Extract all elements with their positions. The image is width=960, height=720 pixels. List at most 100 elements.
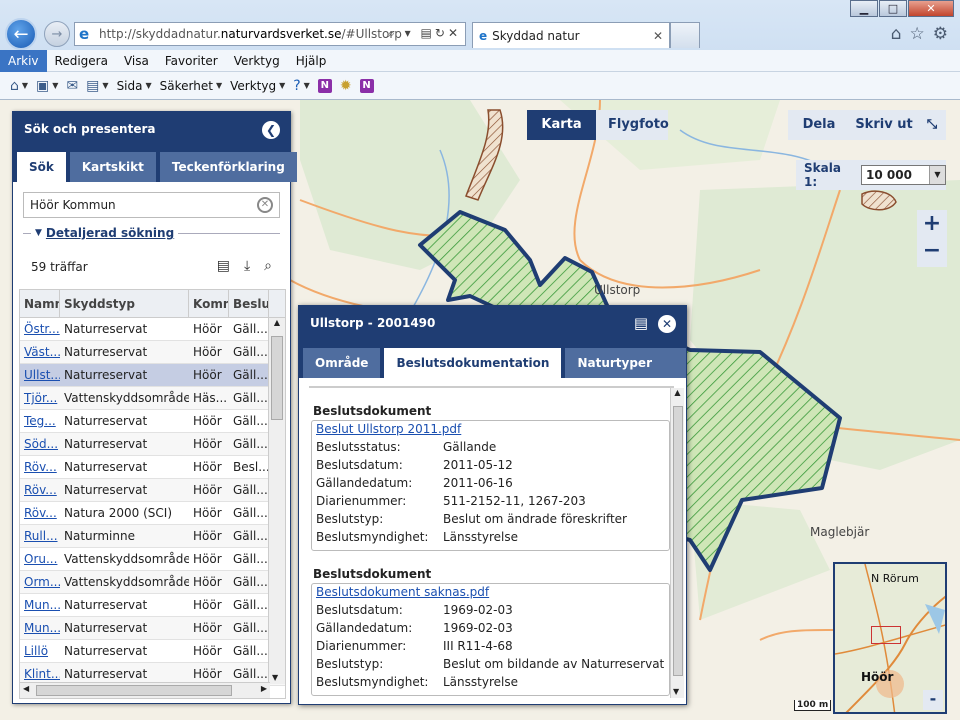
forward-button[interactable]: → bbox=[44, 21, 70, 47]
settings-gear-icon[interactable]: ⚙ bbox=[933, 24, 948, 44]
cell-namn[interactable]: Röv... bbox=[20, 479, 60, 501]
fullscreen-button[interactable]: ⤡ bbox=[918, 110, 946, 140]
advanced-search-toggle[interactable]: ▼ Detaljerad sökning bbox=[23, 226, 280, 240]
zoom-out-button[interactable]: − bbox=[917, 237, 947, 267]
maximize-button[interactable]: □ bbox=[879, 0, 907, 17]
print-command[interactable]: ▤ ▼ bbox=[86, 78, 108, 94]
tab-beslutsdokumentation[interactable]: Beslutsdokumentation bbox=[384, 348, 562, 378]
onenote-icon[interactable]: N bbox=[359, 78, 374, 93]
cell-namn[interactable]: Rull... bbox=[20, 525, 60, 547]
cell-namn[interactable]: Lillö bbox=[20, 640, 60, 662]
overview-map[interactable]: N Rörum Höör - bbox=[833, 562, 947, 714]
back-button[interactable]: ← bbox=[5, 18, 37, 50]
close-popup-button[interactable]: ✕ bbox=[658, 315, 676, 333]
close-window-button[interactable]: ✕ bbox=[908, 0, 954, 17]
mail-command[interactable]: ✉ bbox=[66, 78, 78, 94]
table-row[interactable]: Teg... Naturreservat Höör Gäll... bbox=[20, 410, 285, 433]
chevron-down-icon[interactable]: ▼ bbox=[929, 166, 945, 184]
address-url[interactable]: http://skyddadnatur.naturvardsverket.se/… bbox=[99, 27, 402, 41]
scroll-right-icon[interactable]: ▶ bbox=[261, 684, 267, 693]
table-vertical-scrollbar[interactable]: ▲ ▼ bbox=[268, 318, 285, 684]
table-row[interactable]: Väst... Naturreservat Höör Gäll... bbox=[20, 341, 285, 364]
home-command[interactable]: ⌂ ▼ bbox=[10, 78, 28, 94]
popup-scroll-thumb[interactable] bbox=[673, 406, 683, 676]
favorites-star-icon[interactable]: ☆ bbox=[910, 24, 925, 44]
scale-select[interactable]: 10 000 ▼ bbox=[861, 165, 946, 185]
home-icon[interactable]: ⌂ bbox=[891, 24, 902, 44]
help-command[interactable]: ? ▼ bbox=[293, 78, 310, 94]
table-row[interactable]: Söd... Naturreservat Höör Gäll... bbox=[20, 433, 285, 456]
menu-favoriter[interactable]: Favoriter bbox=[157, 50, 226, 72]
onenote-icon[interactable]: N bbox=[317, 78, 332, 93]
cell-namn[interactable]: Oru... bbox=[20, 548, 60, 570]
compat-icon[interactable]: ▤ bbox=[421, 26, 435, 40]
cell-namn[interactable]: Söd... bbox=[20, 433, 60, 455]
print-icon[interactable]: ▤ bbox=[634, 306, 648, 340]
column-beslut[interactable]: Beslut bbox=[229, 290, 269, 317]
document-link[interactable]: Beslut Ullstorp 2011.pdf bbox=[316, 421, 669, 438]
cell-namn[interactable]: Ullst... bbox=[20, 364, 60, 386]
browser-tab[interactable]: e Skyddad natur ✕ bbox=[472, 22, 670, 48]
scroll-down-icon[interactable]: ▼ bbox=[272, 673, 278, 682]
table-row[interactable]: Röv... Naturreservat Höör Gäll... bbox=[20, 479, 285, 502]
refresh-icon[interactable]: ↻ bbox=[435, 26, 448, 40]
share-button[interactable]: Dela bbox=[788, 110, 850, 140]
scroll-left-icon[interactable]: ◀ bbox=[23, 684, 29, 693]
table-row[interactable]: Orm... Vattenskyddsområde Höör Gäll... bbox=[20, 571, 285, 594]
tab-sok[interactable]: Sök bbox=[17, 152, 66, 182]
cell-namn[interactable]: Östr... bbox=[20, 318, 60, 340]
scroll-up-icon[interactable]: ▲ bbox=[671, 388, 684, 397]
download-icon[interactable]: ⤓ bbox=[244, 258, 250, 274]
table-horizontal-scrollbar[interactable]: ◀ ▶ bbox=[20, 682, 270, 698]
advanced-search-label[interactable]: Detaljerad sökning bbox=[46, 226, 174, 240]
table-row[interactable]: Lillö Naturreservat Höör Gäll... bbox=[20, 640, 285, 663]
zoom-search-icon[interactable]: ⌕ bbox=[264, 258, 272, 274]
address-controls[interactable]: ⌕ ▾ ▤↻✕ bbox=[388, 26, 461, 41]
dropdown-icon[interactable]: ▾ bbox=[405, 26, 414, 40]
cell-namn[interactable]: Teg... bbox=[20, 410, 60, 432]
security-menu[interactable]: Säkerhet ▼ bbox=[160, 79, 222, 93]
search-input[interactable]: Höör Kommun ✕ bbox=[23, 192, 280, 218]
cell-namn[interactable]: Röv... bbox=[20, 502, 60, 524]
menu-arkiv[interactable]: Arkiv bbox=[0, 49, 47, 72]
table-row[interactable]: Mun... Naturreservat Höör Gäll... bbox=[20, 594, 285, 617]
overview-collapse-button[interactable]: - bbox=[923, 690, 943, 710]
page-menu[interactable]: Sida ▼ bbox=[117, 79, 152, 93]
table-row[interactable]: Röv... Naturreservat Höör Besl... bbox=[20, 456, 285, 479]
tab-kartskikt[interactable]: Kartskikt bbox=[69, 152, 156, 182]
table-row[interactable]: Östr... Naturreservat Höör Gäll... bbox=[20, 318, 285, 341]
table-row[interactable]: Tjör... Vattenskyddsområde Häs... Gäll... bbox=[20, 387, 285, 410]
tab-teckenforklaring[interactable]: Teckenförklaring bbox=[159, 152, 297, 182]
table-row[interactable]: Mun... Naturreservat Höör Gäll... bbox=[20, 617, 285, 640]
cell-namn[interactable]: Röv... bbox=[20, 456, 60, 478]
menu-visa[interactable]: Visa bbox=[116, 50, 157, 72]
overview-extent-box[interactable] bbox=[871, 626, 901, 644]
addon-command[interactable]: ✹ bbox=[340, 78, 352, 94]
print-button[interactable]: Skriv ut bbox=[850, 110, 918, 140]
close-tab-icon[interactable]: ✕ bbox=[653, 29, 663, 43]
column-namn[interactable]: Namn bbox=[20, 290, 60, 317]
cell-namn[interactable]: Mun... bbox=[20, 594, 60, 616]
column-kommun[interactable]: Kommun bbox=[189, 290, 229, 317]
cell-namn[interactable]: Orm... bbox=[20, 571, 60, 593]
hscroll-thumb[interactable] bbox=[36, 685, 232, 696]
table-row[interactable]: Röv... Natura 2000 (SCI) Höör Gäll... bbox=[20, 502, 285, 525]
address-bar[interactable]: e http://skyddadnatur.naturvardsverket.s… bbox=[74, 22, 466, 46]
menu-hjalp[interactable]: Hjälp bbox=[288, 50, 335, 72]
collapse-panel-button[interactable]: ❮ bbox=[262, 121, 280, 139]
tab-naturtyper[interactable]: Naturtyper (KNAS) bbox=[565, 348, 686, 400]
cell-namn[interactable]: Mun... bbox=[20, 617, 60, 639]
table-row[interactable]: Ullst... Naturreservat Höör Gäll... bbox=[20, 364, 285, 387]
table-row[interactable]: Rull... Naturminne Höör Gäll... bbox=[20, 525, 285, 548]
search-icon[interactable]: ⌕ bbox=[388, 26, 398, 40]
clear-search-icon[interactable]: ✕ bbox=[257, 197, 273, 213]
stop-icon[interactable]: ✕ bbox=[448, 26, 461, 40]
scroll-thumb[interactable] bbox=[271, 336, 283, 420]
table-row[interactable]: Oru... Vattenskyddsområde Höör Gäll... bbox=[20, 548, 285, 571]
scroll-up-icon[interactable]: ▲ bbox=[269, 318, 285, 327]
cell-namn[interactable]: Väst... bbox=[20, 341, 60, 363]
feeds-command[interactable]: ▣ ▼ bbox=[36, 78, 58, 94]
tools-menu[interactable]: Verktyg ▼ bbox=[230, 79, 285, 93]
zoom-in-button[interactable]: + bbox=[917, 210, 947, 240]
popup-scrollbar[interactable]: ▲ ▼ bbox=[670, 388, 684, 698]
